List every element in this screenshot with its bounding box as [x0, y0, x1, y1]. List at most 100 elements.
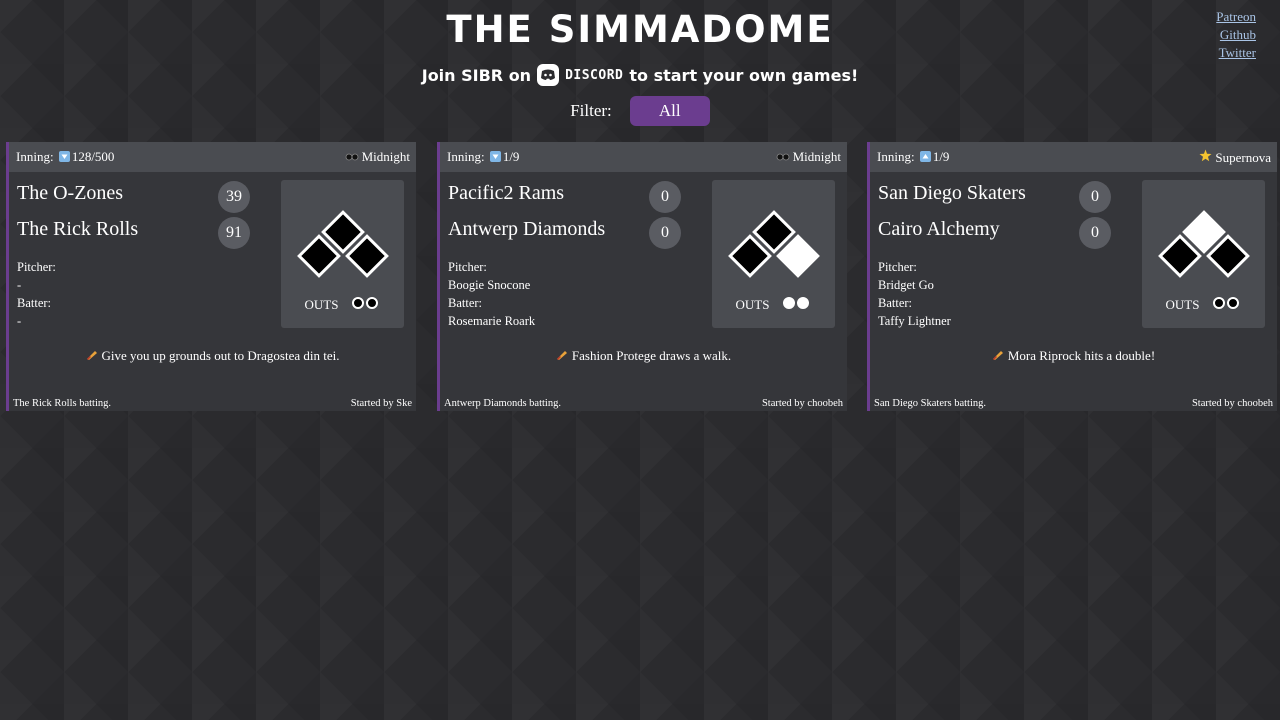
eclipse-icon	[345, 150, 359, 164]
weather: Midnight	[345, 149, 410, 165]
update-text: Mora Riprock hits a double!	[1007, 348, 1156, 363]
outs-label: OUTS	[735, 297, 770, 312]
weather-label: Midnight	[792, 149, 841, 164]
home-team-score: 0	[1079, 217, 1111, 249]
outs-indicator: OUTS	[712, 297, 835, 313]
inning-info: Inning: 128/500	[16, 149, 114, 166]
started-by: Started by choobeh	[1191, 398, 1273, 409]
inning-value: 1/9	[932, 148, 950, 164]
pitcher-name: Bridget Go	[878, 278, 934, 292]
weather-label: Midnight	[361, 149, 410, 164]
pitcher-label: Pitcher:	[17, 260, 56, 274]
batter-label: Batter:	[878, 296, 913, 310]
outs-dots	[1213, 297, 1241, 313]
home-team-score: 91	[218, 217, 250, 249]
inning-label: Inning:	[877, 148, 915, 164]
players-info: Pitcher: Boogie Snocone Batter: Rosemarie R…	[448, 258, 535, 330]
arrow-down-icon	[58, 150, 70, 165]
arrow-up-icon	[919, 150, 931, 165]
github-link[interactable]: Github	[1216, 26, 1256, 44]
last-update: Give you up grounds out to Dragostea din…	[9, 348, 416, 364]
patreon-link[interactable]: Patreon	[1216, 8, 1256, 26]
join-suffix: to start your own games!	[629, 65, 859, 85]
weather: Supernova	[1199, 149, 1271, 166]
game-card: Inning: 1/9 Midnight Pacific2 Rams 0 Antwerp…	[437, 142, 847, 411]
game-card: Inning: 1/9 Supernova San Diego Skaters 0 Ca…	[867, 142, 1277, 411]
card-header: Inning: 1/9 Supernova	[870, 142, 1277, 172]
bases-diamond	[297, 210, 389, 278]
card-footer: San Diego Skaters batting. Started by cho…	[874, 398, 1273, 409]
update-text: Give you up grounds out to Dragostea din…	[101, 348, 340, 363]
inning-value: 1/9	[502, 148, 520, 164]
bases-diamond	[1158, 210, 1250, 278]
filter-label: Filter:	[570, 101, 612, 120]
card-footer: Antwerp Diamonds batting. Started by choo…	[444, 398, 843, 409]
outs-dots	[352, 297, 380, 313]
pitcher-name: -	[17, 278, 22, 292]
batter-name: Rosemarie Roark	[448, 314, 536, 328]
players-info: Pitcher: Bridget Go Batter: Taffy Lightner	[878, 258, 951, 330]
bat-icon	[556, 349, 568, 363]
game-card: Inning: 128/500 Midnight The O-Zones 39 The …	[6, 142, 416, 411]
out-dot	[1213, 297, 1226, 309]
bat-icon	[992, 349, 1004, 363]
outs-indicator: OUTS	[1142, 297, 1265, 313]
started-by: Started by Ske	[350, 398, 412, 409]
out-dot	[1227, 297, 1240, 309]
players-info: Pitcher: - Batter: -	[17, 258, 56, 330]
outs-label: OUTS	[1165, 297, 1200, 312]
batter-name: -	[17, 314, 22, 328]
bases-panel: OUTS	[712, 180, 835, 328]
batter-name: Taffy Lightner	[878, 314, 951, 328]
pitcher-label: Pitcher:	[448, 260, 487, 274]
filter-all-button[interactable]: All	[629, 96, 710, 126]
batting-team: San Diego Skaters batting.	[874, 398, 986, 409]
weather-label: Supernova	[1215, 149, 1271, 165]
inning-label: Inning:	[16, 148, 54, 164]
inning-label: Inning:	[447, 148, 485, 164]
join-banner: Join SIBR on DISCORD to start your own g…	[0, 64, 1280, 86]
bases-panel: OUTS	[281, 180, 404, 328]
star-icon	[1199, 149, 1212, 165]
bases-diamond	[728, 210, 820, 278]
out-dot	[366, 297, 379, 309]
pitcher-name: Boogie Snocone	[448, 278, 531, 292]
weather: Midnight	[776, 149, 841, 165]
join-prefix: Join SIBR on	[421, 65, 532, 85]
batter-label: Batter:	[448, 296, 483, 310]
last-update: Fashion Protege draws a walk.	[440, 348, 847, 364]
out-dot	[352, 297, 365, 309]
filter-bar: Filter: All	[0, 96, 1280, 126]
page-title: THE SIMMADOME	[446, 8, 834, 51]
batter-label: Batter:	[17, 296, 52, 310]
out-dot	[783, 297, 796, 309]
inning-info: Inning: 1/9	[877, 149, 949, 166]
outs-dots	[783, 297, 811, 313]
inning-info: Inning: 1/9	[447, 149, 519, 166]
pitcher-label: Pitcher:	[878, 260, 917, 274]
eclipse-icon	[776, 150, 790, 164]
batting-team: The Rick Rolls batting.	[13, 398, 111, 409]
external-links: Patreon Github Twitter	[1216, 8, 1256, 62]
twitter-link[interactable]: Twitter	[1216, 44, 1256, 62]
home-team-score: 0	[649, 217, 681, 249]
last-update: Mora Riprock hits a double!	[870, 348, 1277, 364]
update-text: Fashion Protege draws a walk.	[571, 348, 732, 363]
discord-link[interactable]: DISCORD	[565, 68, 623, 83]
arrow-down-icon	[489, 150, 501, 165]
games-grid: Inning: 128/500 Midnight The O-Zones 39 The …	[6, 142, 1277, 412]
card-footer: The Rick Rolls batting. Started by Ske	[13, 398, 412, 409]
started-by: Started by choobeh	[761, 398, 843, 409]
outs-label: OUTS	[304, 297, 339, 312]
discord-icon[interactable]	[537, 64, 560, 86]
card-header: Inning: 128/500 Midnight	[9, 142, 416, 172]
away-team-score: 39	[218, 181, 250, 213]
inning-value: 128/500	[71, 148, 115, 164]
bat-icon	[86, 349, 98, 363]
batting-team: Antwerp Diamonds batting.	[444, 398, 561, 409]
card-header: Inning: 1/9 Midnight	[440, 142, 847, 172]
bases-panel: OUTS	[1142, 180, 1265, 328]
out-dot	[797, 297, 810, 309]
away-team-score: 0	[1079, 181, 1111, 213]
away-team-score: 0	[649, 181, 681, 213]
